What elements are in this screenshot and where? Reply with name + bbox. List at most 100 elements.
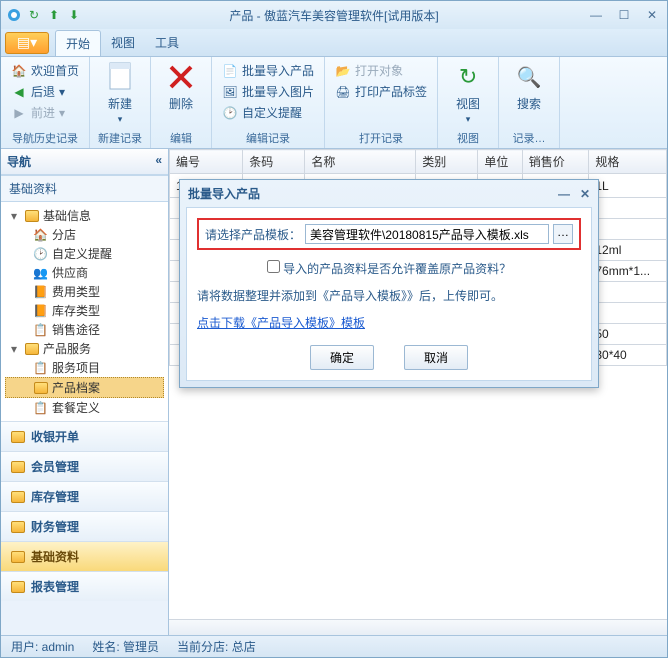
status-branch: 当前分店: 总店 — [177, 638, 256, 655]
template-path-input[interactable] — [305, 224, 549, 244]
sidebar-section-header: 基础资料 — [1, 175, 168, 202]
tree-fee-type[interactable]: 📙费用类型 — [5, 282, 164, 301]
new-button[interactable]: 新建▾ — [98, 61, 142, 128]
navsec-cashier[interactable]: 收银开单 — [1, 421, 168, 451]
branch-icon: 🏠 — [33, 228, 48, 242]
app-menu-button[interactable]: ▤▾ — [5, 32, 49, 54]
channel-icon: 📋 — [33, 323, 48, 337]
delete-icon — [165, 61, 197, 93]
tree-product-service[interactable]: ▾产品服务 — [5, 339, 164, 358]
tree-supplier[interactable]: 👥供应商 — [5, 263, 164, 282]
tree-branch[interactable]: 🏠分店 — [5, 225, 164, 244]
import-dialog: 批量导入产品 — ✕ 请选择产品模板： … 导入的产品资料是否允许覆盖原产品资料？… — [179, 179, 599, 388]
back-icon: ◀ — [11, 84, 27, 100]
folder-icon — [25, 210, 39, 222]
import-product-icon: 📄 — [222, 63, 238, 79]
tree: ▾基础信息 🏠分店 🕑自定义提醒 👥供应商 📙费用类型 📙库存类型 📋销售途径 … — [1, 202, 168, 421]
view-group-label: 视图 — [446, 128, 490, 146]
reminder-icon: 🕑 — [222, 105, 238, 121]
template-label: 请选择产品模板： — [205, 226, 301, 243]
navsec-finance[interactable]: 财务管理 — [1, 511, 168, 541]
cancel-button[interactable]: 取消 — [404, 345, 468, 370]
stock-icon: 📙 — [33, 304, 48, 318]
dialog-title: 批量导入产品 — [188, 185, 260, 202]
supplier-icon: 👥 — [33, 266, 48, 280]
open-object-button[interactable]: 📂打开对象 — [333, 61, 429, 80]
col-header[interactable]: 编号 — [170, 150, 243, 174]
search-button[interactable]: 🔍搜索 — [507, 61, 551, 128]
folder-icon — [11, 431, 25, 443]
browse-button[interactable]: … — [553, 224, 573, 244]
ribbon-tabs: ▤▾ 开始 视图 工具 — [1, 29, 667, 57]
tree-sale-channel[interactable]: 📋销售途径 — [5, 320, 164, 339]
import-image-icon: 🖼 — [222, 84, 238, 100]
service-icon: 📋 — [33, 361, 48, 375]
delete-button[interactable]: 删除 — [159, 61, 203, 128]
sidebar-collapse-icon[interactable]: « — [155, 153, 162, 170]
folder-icon — [11, 581, 25, 593]
status-user: 用户: admin — [11, 638, 74, 655]
batch-import-product-button[interactable]: 📄批量导入产品 — [220, 61, 316, 80]
tree-more[interactable]: 📋套餐定义 — [5, 398, 164, 417]
status-name: 姓名: 管理员 — [92, 638, 159, 655]
folder-icon — [11, 461, 25, 473]
tree-base-info[interactable]: ▾基础信息 — [5, 206, 164, 225]
tree-product-file[interactable]: 产品档案 — [5, 377, 164, 398]
custom-reminder-button[interactable]: 🕑自定义提醒 — [220, 103, 316, 122]
new-icon — [104, 61, 136, 93]
nav-group-label: 导航历史记录 — [9, 128, 81, 146]
reminder-icon: 🕑 — [33, 247, 48, 261]
folder-icon — [34, 382, 48, 394]
overwrite-checkbox[interactable]: 导入的产品资料是否允许覆盖原产品资料？ — [267, 262, 511, 276]
window-title: 产品 - 傲蓝汽车美容管理软件[试用版本] — [83, 7, 585, 24]
col-header[interactable]: 类别 — [416, 150, 478, 174]
batch-import-image-button[interactable]: 🖼批量导入图片 — [220, 82, 316, 101]
dialog-close-icon[interactable]: ✕ — [580, 187, 590, 201]
qat-up-icon[interactable]: ⬆ — [45, 6, 63, 24]
more-icon: 📋 — [33, 401, 48, 415]
back-button[interactable]: ◀后退 ▾ — [9, 82, 81, 101]
maximize-button[interactable]: ☐ — [613, 8, 635, 22]
minimize-button[interactable]: — — [585, 8, 607, 22]
col-header[interactable]: 销售价 — [522, 150, 589, 174]
tree-service-item[interactable]: 📋服务项目 — [5, 358, 164, 377]
col-header[interactable]: 条码 — [243, 150, 305, 174]
refresh-icon: ↻ — [452, 61, 484, 93]
qat-logo-icon[interactable] — [5, 6, 23, 24]
tab-tools[interactable]: 工具 — [145, 30, 189, 56]
record-group-label: 记录… — [507, 128, 551, 146]
ok-button[interactable]: 确定 — [310, 345, 374, 370]
folder-icon — [25, 343, 39, 355]
new-group-label: 新建记录 — [98, 128, 142, 146]
edit-group-label: 编辑 — [159, 128, 203, 146]
horizontal-scrollbar[interactable] — [169, 619, 667, 635]
navsec-member[interactable]: 会员管理 — [1, 451, 168, 481]
tab-start[interactable]: 开始 — [55, 30, 101, 56]
forward-button[interactable]: ▶前进 ▾ — [9, 103, 81, 122]
print-label-button[interactable]: 🖨打印产品标签 — [333, 82, 429, 101]
forward-icon: ▶ — [11, 105, 27, 121]
folder-icon — [11, 491, 25, 503]
tab-view[interactable]: 视图 — [101, 30, 145, 56]
navsec-report[interactable]: 报表管理 — [1, 571, 168, 601]
col-header[interactable]: 名称 — [305, 150, 416, 174]
tree-stock-type[interactable]: 📙库存类型 — [5, 301, 164, 320]
folder-icon — [11, 551, 25, 563]
col-header[interactable]: 规格 — [589, 150, 667, 174]
open-record-group-label: 打开记录 — [333, 128, 429, 146]
view-button[interactable]: ↻视图▾ — [446, 61, 490, 128]
dialog-minimize-icon[interactable]: — — [558, 187, 570, 201]
close-button[interactable]: ✕ — [641, 8, 663, 22]
print-icon: 🖨 — [335, 84, 351, 100]
col-header[interactable]: 单位 — [478, 150, 522, 174]
tree-custom-reminder[interactable]: 🕑自定义提醒 — [5, 244, 164, 263]
titlebar: ↻ ⬆ ⬇ 产品 - 傲蓝汽车美容管理软件[试用版本] — ☐ ✕ — [1, 1, 667, 29]
download-template-link[interactable]: 点击下载《产品导入模板》模板 — [197, 316, 365, 330]
navsec-basedata[interactable]: 基础资料 — [1, 541, 168, 571]
status-bar: 用户: admin 姓名: 管理员 当前分店: 总店 — [1, 635, 667, 657]
nav-sections: 收银开单 会员管理 库存管理 财务管理 基础资料 报表管理 — [1, 421, 168, 635]
navsec-stock[interactable]: 库存管理 — [1, 481, 168, 511]
qat-refresh-icon[interactable]: ↻ — [25, 6, 43, 24]
qat-down-icon[interactable]: ⬇ — [65, 6, 83, 24]
welcome-home-button[interactable]: 🏠欢迎首页 — [9, 61, 81, 80]
